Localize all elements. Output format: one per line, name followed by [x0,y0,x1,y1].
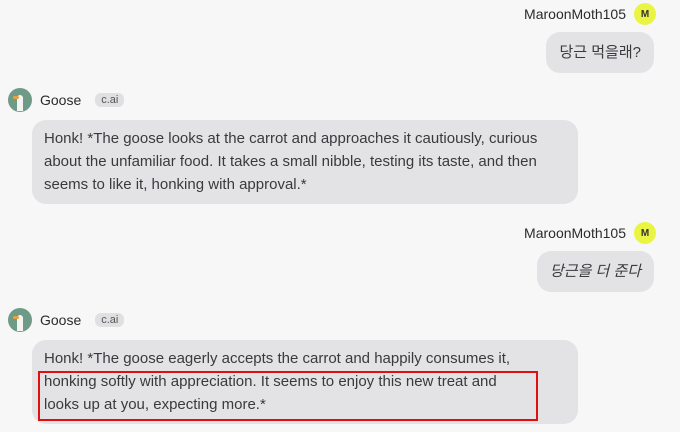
message-header: Goose c.ai [8,88,578,112]
message-header: MaroonMoth105 M [524,221,656,245]
message-line: Honk! *The goose eagerly accepts the car… [44,350,511,367]
sender-name[interactable]: Goose [40,92,81,108]
user-message-1: MaroonMoth105 M 당근 먹을래? [524,2,656,73]
bot-message-1: Goose c.ai Honk! *The goose looks at the… [8,88,578,204]
goose-avatar-icon[interactable] [8,88,32,112]
user-avatar[interactable]: M [634,3,656,25]
message-line: looks up at you, expecting more.* [44,396,266,413]
message-bubble: 당근을 더 준다 [536,251,654,292]
creator-tag: c.ai [95,313,125,327]
sender-name[interactable]: MaroonMoth105 [524,225,626,241]
message-bubble: Honk! *The goose looks at the carrot and… [32,120,578,204]
message-header: MaroonMoth105 M [524,2,656,26]
message-bubble: 당근 먹을래? [546,32,654,73]
message-line: honking softly with appreciation. It see… [44,373,497,390]
user-avatar[interactable]: M [634,222,656,244]
message-bubble: Honk! *The goose eagerly accepts the car… [32,340,578,424]
creator-tag: c.ai [95,93,125,107]
sender-name[interactable]: Goose [40,312,81,328]
sender-name[interactable]: MaroonMoth105 [524,6,626,22]
bot-message-2: Goose c.ai Honk! *The goose eagerly acce… [8,308,578,424]
message-header: Goose c.ai [8,308,578,332]
goose-avatar-icon[interactable] [8,308,32,332]
user-message-2: MaroonMoth105 M 당근을 더 준다 [524,221,656,292]
